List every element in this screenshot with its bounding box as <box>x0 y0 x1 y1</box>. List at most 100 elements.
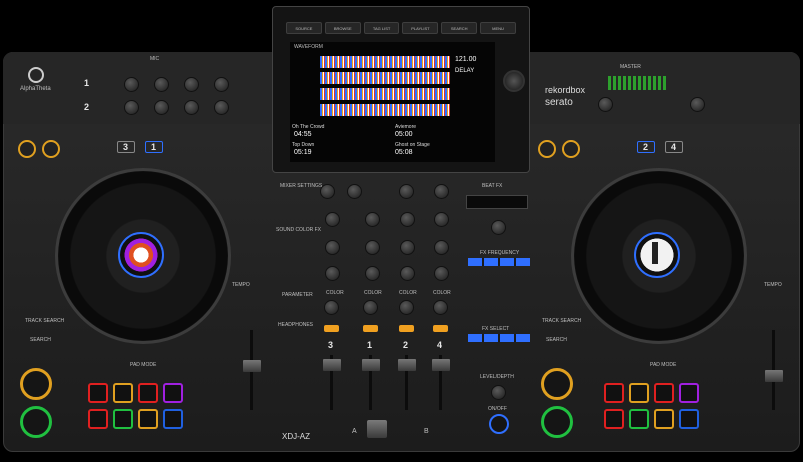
left-pad-5[interactable] <box>88 409 108 429</box>
left-pad-2[interactable] <box>113 383 133 403</box>
ch4-trim-knob[interactable] <box>434 184 449 199</box>
left-pad-3[interactable] <box>138 383 158 403</box>
menu-button[interactable]: MENU <box>480 22 516 34</box>
right-search-label: SEARCH <box>546 337 567 343</box>
fx-select-knob[interactable] <box>491 220 506 235</box>
left-cue-knob[interactable] <box>18 140 36 158</box>
screen-header: WAVEFORM <box>294 44 323 50</box>
ch2-channel-fader[interactable] <box>398 359 416 371</box>
mic-knob-6[interactable] <box>154 100 169 115</box>
mic-knob-8[interactable] <box>214 100 229 115</box>
master-level-knob[interactable] <box>598 97 613 112</box>
ch2-eq-mid-knob[interactable] <box>400 240 415 255</box>
ch3-eq-hi-knob[interactable] <box>325 212 340 227</box>
ch3-cue-button[interactable] <box>324 325 339 332</box>
right-cue-button[interactable] <box>541 406 573 438</box>
fx-frequency-buttons[interactable] <box>468 258 530 266</box>
right-cue-knob[interactable] <box>538 140 556 158</box>
left-pad-6[interactable] <box>113 409 133 429</box>
right-pad-1[interactable] <box>604 383 624 403</box>
ch3-eq-low-knob[interactable] <box>325 266 340 281</box>
right-play-button[interactable] <box>541 368 573 400</box>
ch4-eq-hi-knob[interactable] <box>434 212 449 227</box>
ch1-eq-low-knob[interactable] <box>365 266 380 281</box>
mic-knob-4[interactable] <box>214 77 229 92</box>
tag-list-button[interactable]: TAG LIST <box>363 22 400 34</box>
level-meter <box>608 76 668 90</box>
ch4-cue-button[interactable] <box>433 325 448 332</box>
ch1-eq-mid-knob[interactable] <box>365 240 380 255</box>
left-pad-4[interactable] <box>163 383 183 403</box>
mic-knob-5[interactable] <box>124 100 139 115</box>
ch2-eq-low-knob[interactable] <box>400 266 415 281</box>
track-3: Top Down <box>292 142 315 148</box>
level-depth-label: LEVEL/DEPTH <box>480 374 514 380</box>
right-pad-8[interactable] <box>679 409 699 429</box>
left-cue-button[interactable] <box>20 406 52 438</box>
booth-level-knob[interactable] <box>690 97 705 112</box>
right-loop-knob[interactable] <box>562 140 580 158</box>
rekordbox-logo: rekordbox <box>545 85 586 95</box>
mic-knob-2[interactable] <box>154 77 169 92</box>
level-depth-knob[interactable] <box>491 385 506 400</box>
ch4-channel-fader[interactable] <box>432 359 450 371</box>
mic-knob-7[interactable] <box>184 100 199 115</box>
ch4-eq-mid-knob[interactable] <box>434 240 449 255</box>
ch3-color-knob[interactable] <box>324 300 339 315</box>
left-pad-7[interactable] <box>138 409 158 429</box>
mic-knob-1[interactable] <box>124 77 139 92</box>
right-pad-6[interactable] <box>629 409 649 429</box>
sound-color-fx-label: SOUND COLOR FX <box>276 227 322 233</box>
right-pad-4[interactable] <box>679 383 699 403</box>
right-pad-7[interactable] <box>654 409 674 429</box>
mic-label: MIC <box>150 56 160 62</box>
ch4-color-knob[interactable] <box>433 300 448 315</box>
time-1: 04:55 <box>294 131 312 138</box>
ch1-channel-fader[interactable] <box>362 359 380 371</box>
waveform-2 <box>320 72 450 84</box>
fx-select-buttons[interactable] <box>468 334 530 342</box>
ch3-eq-mid-knob[interactable] <box>325 240 340 255</box>
crossfader[interactable] <box>367 420 387 438</box>
ch1-cue-button[interactable] <box>363 325 378 332</box>
serato-logo: serato <box>545 97 573 108</box>
search-button[interactable]: SEARCH <box>441 22 478 34</box>
left-loop-knob[interactable] <box>42 140 60 158</box>
model-label: XDJ-AZ <box>282 432 310 441</box>
waveform-4 <box>320 104 450 116</box>
ch4-eq-low-knob[interactable] <box>434 266 449 281</box>
browse-button[interactable]: BROWSE <box>324 22 361 34</box>
ch1-color-label: COLOR <box>364 290 382 296</box>
left-jog-display <box>118 232 164 278</box>
left-search-label: SEARCH <box>30 337 51 343</box>
left-tempo-fader[interactable] <box>243 360 261 372</box>
ch1-trim-knob[interactable] <box>347 184 362 199</box>
screen-button-row: SOURCE BROWSE TAG LIST PLAYLIST SEARCH M… <box>286 22 516 34</box>
source-button[interactable]: SOURCE <box>286 22 322 34</box>
ch2-trim-knob[interactable] <box>399 184 414 199</box>
right-pad-5[interactable] <box>604 409 624 429</box>
track-1: Oh The Crowd <box>292 124 325 130</box>
touch-screen[interactable]: WAVEFORM 121.00 DELAY Oh The Crowd Aviem… <box>290 42 495 162</box>
ch3-color-label: COLOR <box>326 290 344 296</box>
ch3-channel-fader[interactable] <box>323 359 341 371</box>
fx-frequency-label: FX FREQUENCY <box>480 250 520 256</box>
master-label: MASTER <box>620 64 641 70</box>
ch1-color-knob[interactable] <box>363 300 378 315</box>
ch2-color-knob[interactable] <box>399 300 414 315</box>
ch3-trim-knob[interactable] <box>320 184 335 199</box>
left-pad-1[interactable] <box>88 383 108 403</box>
mic-channel-1: 1 <box>84 78 90 88</box>
right-tempo-fader[interactable] <box>765 370 783 382</box>
left-play-button[interactable] <box>20 368 52 400</box>
mic-knob-3[interactable] <box>184 77 199 92</box>
ch2-eq-hi-knob[interactable] <box>400 212 415 227</box>
playlist-button[interactable]: PLAYLIST <box>402 22 439 34</box>
ch2-cue-button[interactable] <box>399 325 414 332</box>
right-pad-3[interactable] <box>654 383 674 403</box>
left-pad-8[interactable] <box>163 409 183 429</box>
right-pad-2[interactable] <box>629 383 649 403</box>
browse-encoder-icon[interactable] <box>503 70 525 92</box>
fx-on-off-button[interactable] <box>489 414 509 434</box>
ch1-eq-hi-knob[interactable] <box>365 212 380 227</box>
